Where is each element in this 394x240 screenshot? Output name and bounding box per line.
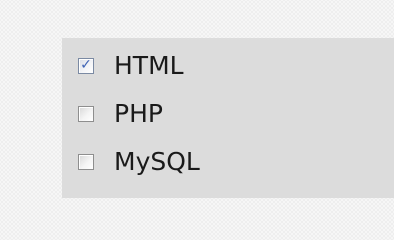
checkbox-group: ✓ HTML PHP MySQL [62, 38, 394, 198]
html-checkbox[interactable]: ✓ [78, 58, 94, 74]
option-html[interactable]: ✓ HTML [78, 51, 184, 81]
php-label[interactable]: PHP [114, 99, 163, 129]
option-mysql[interactable]: MySQL [78, 147, 200, 177]
mysql-checkbox[interactable] [78, 154, 94, 170]
html-label[interactable]: HTML [114, 51, 184, 81]
checkmark-icon: ✓ [80, 57, 92, 73]
option-php[interactable]: PHP [78, 99, 163, 129]
mysql-label[interactable]: MySQL [114, 147, 200, 177]
php-checkbox[interactable] [78, 106, 94, 122]
